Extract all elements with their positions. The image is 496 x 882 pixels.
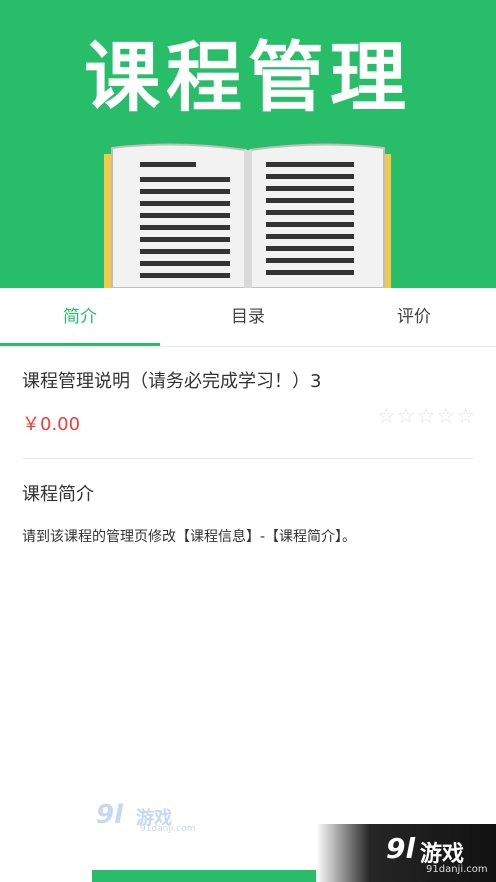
tab-reviews[interactable]: 评价 bbox=[334, 288, 494, 344]
divider bbox=[22, 458, 474, 459]
watermark-url: 91danji.com bbox=[426, 864, 488, 875]
watermark-url: 91danji.com bbox=[140, 824, 196, 834]
tab-catalog[interactable]: 目录 bbox=[168, 288, 328, 344]
course-banner: 课程管理 bbox=[0, 0, 496, 288]
course-price: ￥0.00 bbox=[22, 414, 81, 435]
tab-bar: 简介 目录 评价 bbox=[0, 288, 496, 347]
course-title: 课程管理说明（请务必完成学习！）3 bbox=[22, 371, 322, 392]
watermark-logo-right: 9l 游戏 91danji.com bbox=[316, 824, 496, 882]
active-tab-indicator bbox=[0, 343, 160, 346]
watermark-logo-mark: 9l bbox=[386, 832, 416, 865]
rating-stars: ☆☆☆☆☆ bbox=[376, 404, 476, 428]
tab-intro[interactable]: 简介 bbox=[0, 288, 160, 344]
watermark-logo-left: 9l 游戏 91danji.com bbox=[96, 800, 196, 840]
open-book-icon bbox=[104, 143, 391, 288]
bottom-action-bar[interactable] bbox=[92, 870, 316, 882]
intro-body: 请到该课程的管理页修改【课程信息】-【课程简介】。 bbox=[22, 529, 357, 545]
intro-heading: 课程简介 bbox=[22, 484, 94, 505]
watermark-logo-mark: 9l bbox=[96, 800, 124, 830]
